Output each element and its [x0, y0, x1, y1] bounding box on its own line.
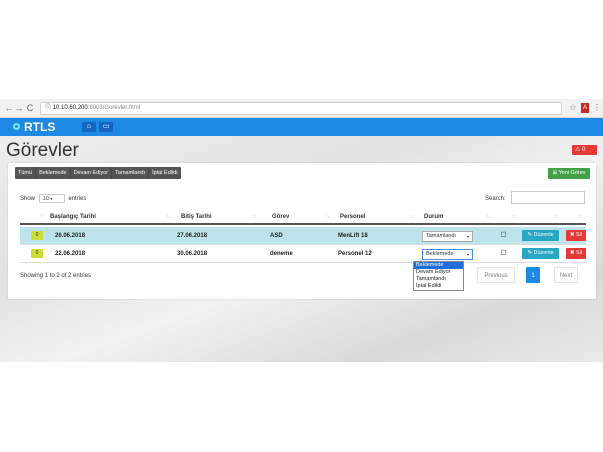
table-row[interactable]: 0 26.06.2018 27.06.2018 ASD MenLift 18 T…	[20, 227, 586, 245]
new-task-button[interactable]: ⊞ Yeni Görev	[548, 168, 590, 179]
chevron-down-icon: ▾	[50, 196, 53, 201]
page-length-select[interactable]: 10 ▾	[38, 194, 65, 203]
back-icon[interactable]: ←	[4, 103, 14, 113]
col-staff[interactable]: Personel	[340, 210, 365, 225]
task-id-badge: 0	[31, 249, 43, 258]
comment-icon[interactable]: ☐	[499, 231, 508, 240]
cell-task: deneme	[270, 251, 293, 257]
browser-menu-icon[interactable]: ⋮	[593, 103, 601, 113]
col-id-sort[interactable]: ↑	[40, 210, 43, 225]
status-option[interactable]: Tamamlandı	[414, 276, 463, 283]
page-length-value: 10	[42, 196, 49, 202]
nav-home-button[interactable]: ⌂	[82, 122, 96, 132]
filter-in-progress-button[interactable]: Devam Ediyor	[70, 167, 113, 179]
cell-start-date: 26.06.2018	[55, 233, 86, 239]
page-title: Görevler	[6, 140, 79, 161]
browser-toolbar: ← → C ⓘ 10.10.60.200:8003/Gorevler.html …	[0, 99, 603, 118]
status-dropdown-list: Beklemede Devam Ediyor Tamamlandı İptal …	[413, 261, 464, 291]
task-id-badge: 0	[31, 231, 43, 240]
close-icon: ✖	[569, 250, 575, 256]
tasks-card: Tümü Beklemede Devam Ediyor Tamamlandı İ…	[8, 163, 596, 299]
cell-end-date: 27.06.2018	[177, 233, 208, 239]
delete-button[interactable]: ✖ Sil	[566, 230, 586, 241]
sort-icon[interactable]: ↑↓	[325, 210, 330, 225]
delete-button[interactable]: ✖ Sil	[566, 248, 586, 259]
cell-task: ASD	[270, 233, 283, 239]
edit-label: Düzenle	[533, 250, 554, 256]
url-host: 10.10.60.200	[52, 105, 88, 111]
bookmark-star-icon[interactable]: ☆	[569, 103, 577, 113]
cell-start-date: 22.06.2018	[55, 251, 86, 257]
home-icon: ⌂	[86, 123, 92, 130]
brand-name: RTLS	[24, 120, 56, 134]
sort-icon[interactable]: ↑↓	[252, 210, 257, 225]
cell-staff: MenLift 18	[338, 233, 368, 239]
status-select[interactable]: Beklemede ▾	[422, 249, 473, 260]
entries-label: entries	[68, 196, 87, 203]
pagination-page-1[interactable]: 1	[526, 267, 540, 283]
pagination-next[interactable]: Next	[554, 267, 578, 283]
reload-icon[interactable]: C	[25, 103, 35, 113]
table-header: ↑ Başlangıç Tarihi ↑↓ Bitiş Tarihi ↑↓ Gö…	[20, 210, 586, 225]
sort-icon[interactable]: ↑↓	[486, 210, 491, 225]
address-bar[interactable]: ⓘ 10.10.60.200:8003/Gorevler.html	[40, 102, 562, 115]
search-label: Search:	[485, 196, 506, 202]
sort-icon[interactable]: ↑↓	[409, 210, 414, 225]
forward-icon[interactable]: →	[14, 103, 24, 113]
pencil-icon: ✎	[527, 232, 532, 238]
close-icon: ✖	[569, 232, 575, 238]
sort-icon[interactable]: ↑↓	[554, 210, 559, 225]
col-start-date[interactable]: Başlangıç Tarihi	[50, 210, 96, 225]
pencil-icon: ✎	[527, 250, 532, 256]
filter-waiting-button[interactable]: Beklemede	[36, 167, 71, 179]
delete-label: Sil	[576, 250, 583, 256]
location-pin-icon	[13, 123, 20, 130]
url-path: :8003/Gorevler.html	[87, 105, 141, 111]
table-info: Showing 1 to 2 of 2 entries	[20, 273, 92, 279]
show-label: Show	[20, 196, 36, 203]
alert-badge[interactable]: ⚠ 0	[572, 145, 597, 155]
status-value: Beklemede	[426, 251, 454, 257]
nav-map-button[interactable]: ▭	[99, 122, 113, 132]
filter-completed-button[interactable]: Tamamlandı	[112, 167, 150, 179]
page-length: Show 10 ▾ entries	[20, 194, 86, 204]
col-task[interactable]: Görev	[272, 210, 289, 225]
extension-icon[interactable]: A	[581, 103, 589, 113]
site-info-icon[interactable]: ⓘ	[45, 105, 51, 111]
edit-button[interactable]: ✎ Düzenle	[522, 248, 559, 259]
new-task-label: Yeni Görev	[558, 170, 586, 176]
col-status[interactable]: Durum	[424, 210, 443, 225]
status-option[interactable]: İptal Edildi	[414, 283, 463, 290]
edit-button[interactable]: ✎ Düzenle	[522, 230, 559, 241]
status-option[interactable]: Beklemede	[414, 262, 463, 269]
comment-icon[interactable]: ☐	[499, 249, 508, 258]
app-navbar: RTLS ⌂ ▭	[0, 118, 603, 136]
map-icon: ▭	[102, 123, 110, 130]
status-filter-group: Tümü Beklemede Devam Ediyor Tamamlandı İ…	[15, 167, 181, 179]
filter-cancelled-button[interactable]: İptal Edildi	[149, 167, 181, 179]
status-option[interactable]: Devam Ediyor	[414, 269, 463, 276]
chevron-down-icon: ▾	[466, 234, 469, 239]
table-row[interactable]: 0 22.06.2018 30.06.2018 deneme Personel …	[20, 245, 586, 263]
warning-icon: ⚠	[575, 147, 581, 153]
sort-icon[interactable]: ↑↓	[511, 210, 516, 225]
col-end-date[interactable]: Bitiş Tarihi	[181, 210, 212, 225]
pagination-previous[interactable]: Previous	[477, 267, 515, 283]
cell-end-date: 30.06.2018	[177, 251, 208, 257]
filter-all-button[interactable]: Tümü	[15, 167, 37, 179]
status-value: Tamamlandı	[426, 233, 456, 239]
search-input[interactable]	[511, 191, 585, 204]
chevron-down-icon: ▾	[466, 252, 469, 257]
sort-icon[interactable]: ↑↓	[166, 210, 171, 225]
delete-label: Sil	[576, 232, 583, 238]
brand-logo[interactable]: RTLS	[13, 120, 55, 134]
alert-count: 0	[582, 147, 586, 153]
edit-label: Düzenle	[533, 232, 554, 238]
cell-staff: Personel 12	[338, 251, 372, 257]
sort-icon[interactable]: ↑↓	[578, 210, 583, 225]
status-select[interactable]: Tamamlandı ▾	[422, 231, 473, 242]
plus-square-icon: ⊞	[552, 170, 558, 176]
